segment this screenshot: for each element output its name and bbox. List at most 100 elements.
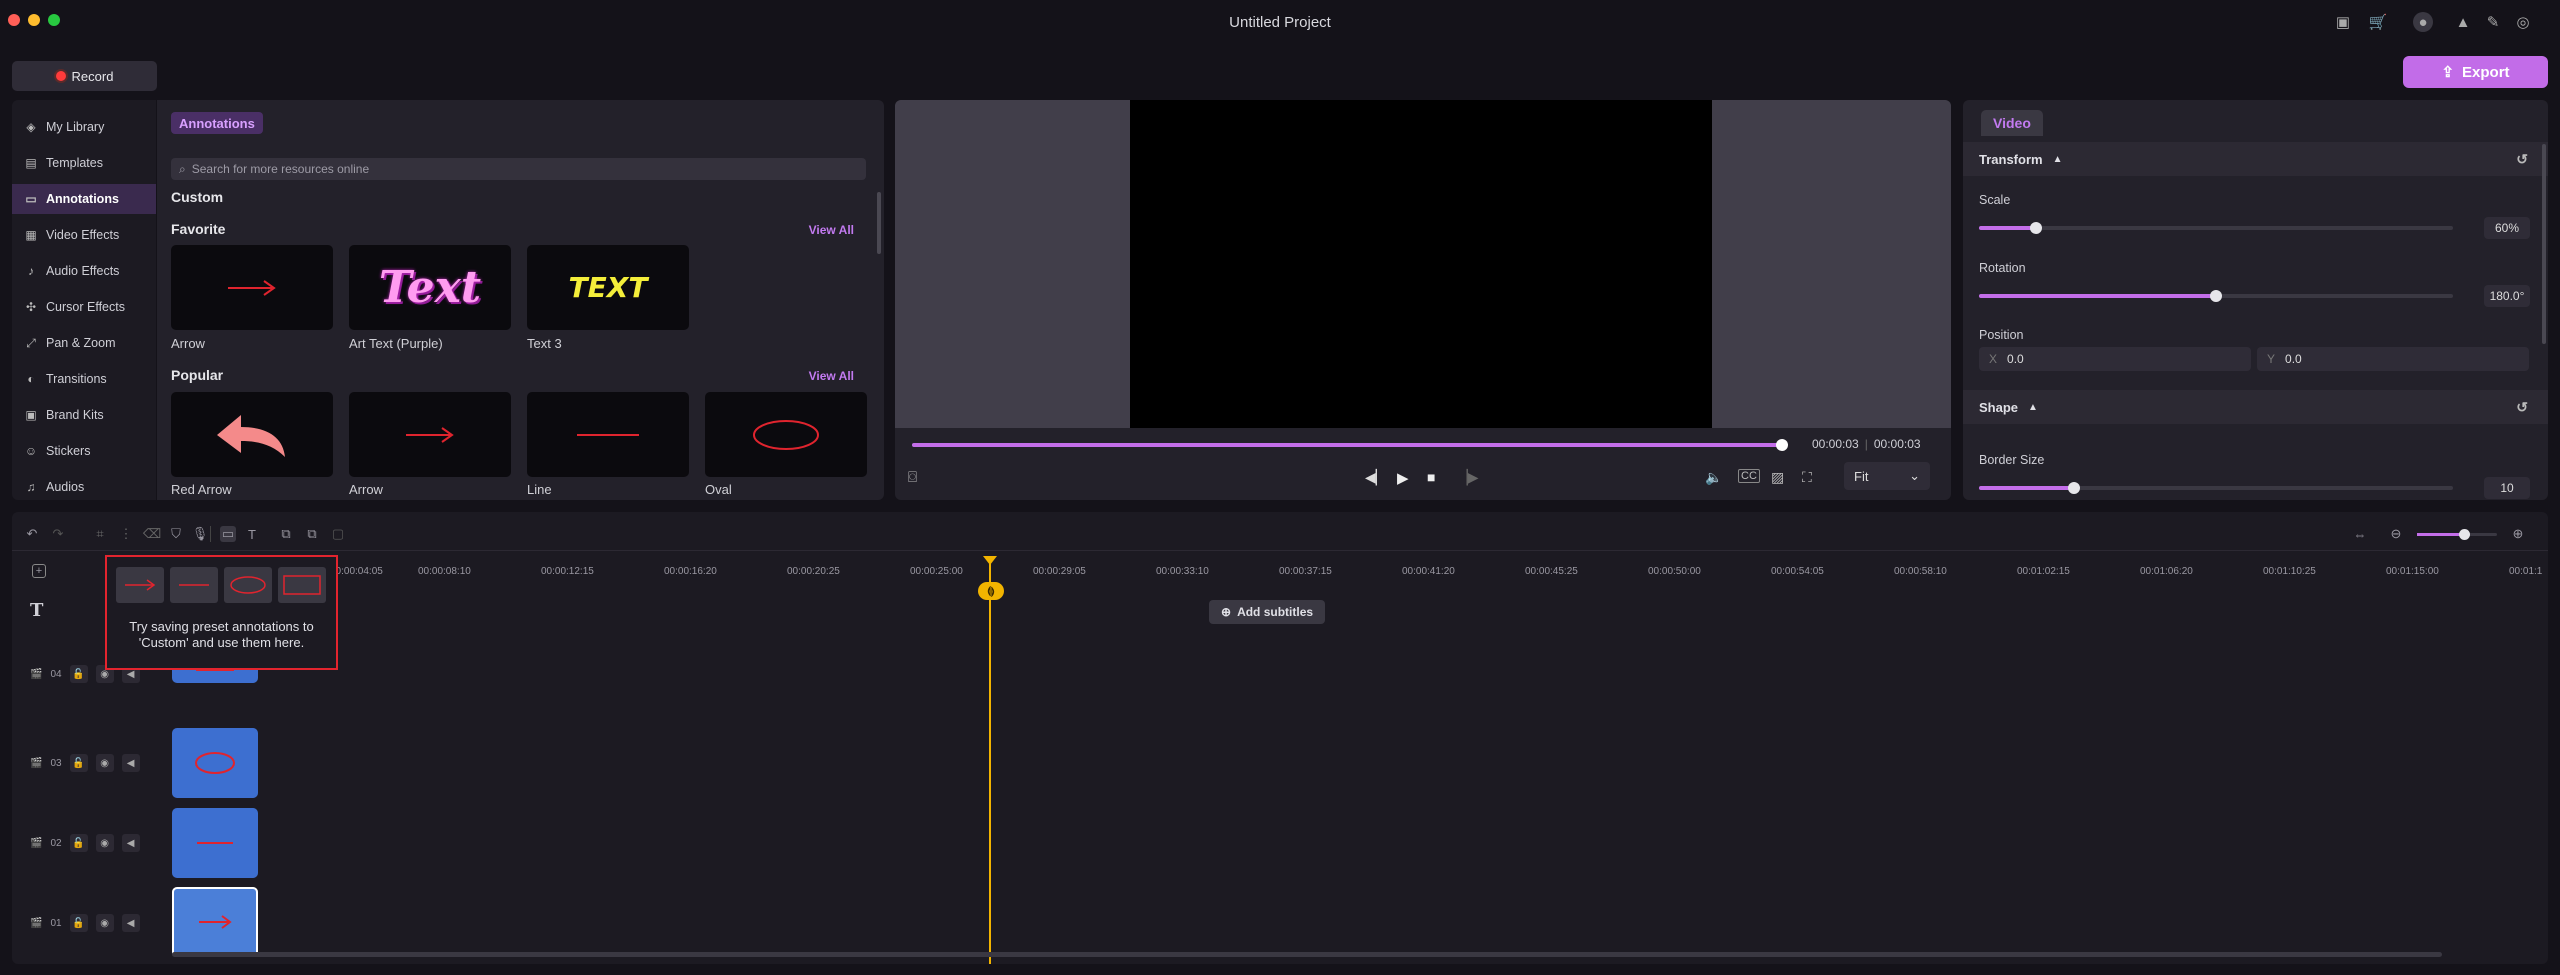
sidebar-item-templates[interactable]: ▤ Templates	[12, 148, 156, 178]
lock-icon[interactable]: 🔓	[69, 754, 88, 772]
sidebar-item-cursor-effects[interactable]: ✣ Cursor Effects	[12, 292, 156, 322]
lock-icon[interactable]: 🔓	[69, 834, 88, 852]
fit-timeline-icon[interactable]: ⇔	[2352, 526, 2368, 542]
split-icon[interactable]: ⋮	[118, 526, 134, 542]
timeline-scrollbar[interactable]	[172, 952, 2442, 957]
playhead-marker[interactable]	[983, 556, 997, 565]
zoom-out-icon[interactable]: ⊖	[2388, 526, 2404, 542]
favorite-tile-art-text[interactable]: Text	[349, 245, 511, 330]
sidebar-item-stickers[interactable]: ☺ Stickers	[12, 436, 156, 466]
sidebar-item-my-library[interactable]: ◈ My Library	[12, 112, 156, 142]
sidebar-item-transitions[interactable]: ◐ Transitions	[12, 364, 156, 394]
tutorial-icon[interactable]: ▲	[2453, 12, 2473, 32]
playback-progress-bar[interactable]	[912, 439, 1788, 451]
tab-video[interactable]: Video	[1981, 110, 2043, 136]
shape-section-header[interactable]: Shape ▲ ↺	[1963, 390, 2548, 424]
border-size-value-field[interactable]: 10	[2484, 477, 2530, 499]
snapshot-icon[interactable]: ⌼	[908, 469, 917, 486]
timeline-clip[interactable]	[172, 808, 258, 878]
popular-view-all-link[interactable]: View All	[809, 369, 854, 383]
feedback-icon[interactable]: ▣	[2333, 12, 2353, 32]
delete-icon[interactable]: ⌫	[143, 526, 161, 542]
annotation-preset-icon[interactable]: ▭	[220, 526, 236, 542]
preset-slot[interactable]	[224, 567, 272, 603]
sidebar-item-pan-zoom[interactable]: ⤢ Pan & Zoom	[12, 328, 156, 358]
eye-icon[interactable]: ◉	[95, 834, 114, 852]
sidebar-item-annotations[interactable]: ▭ Annotations	[12, 184, 156, 214]
lock-icon[interactable]: 🔓	[69, 665, 88, 683]
preset-slot[interactable]	[116, 567, 164, 603]
popular-tile-oval[interactable]	[705, 392, 867, 477]
play-icon[interactable]: ▶	[1397, 469, 1409, 487]
export-button[interactable]: ⇪ Export	[2403, 56, 2548, 88]
fullscreen-icon[interactable]: ⛶	[1802, 469, 1812, 486]
previous-frame-icon[interactable]: ◀▏	[1365, 469, 1387, 486]
record-button[interactable]: Record	[12, 61, 157, 91]
timeline-clip[interactable]	[172, 728, 258, 798]
lock-icon[interactable]: 🔓	[69, 914, 88, 932]
shield-icon[interactable]: ⛉	[168, 526, 184, 542]
marker-icon[interactable]: ▢	[330, 526, 346, 542]
scale-slider[interactable]	[1979, 222, 2453, 234]
slider-knob[interactable]	[2210, 290, 2222, 302]
avatar[interactable]: ●	[2413, 12, 2433, 32]
progress-knob[interactable]	[1776, 439, 1788, 451]
add-track-icon[interactable]: +	[32, 564, 46, 578]
text-track-icon[interactable]: T	[30, 600, 43, 621]
favorite-tile-text3[interactable]: TEXT	[527, 245, 689, 330]
transform-section-header[interactable]: Transform ▲ ↺	[1963, 142, 2548, 176]
library-scrollbar[interactable]	[877, 192, 881, 254]
preset-slot[interactable]	[170, 567, 218, 603]
speaker-icon[interactable]: ◀	[121, 914, 140, 932]
favorite-view-all-link[interactable]: View All	[809, 223, 854, 237]
search-input[interactable]: ⌕ Search for more resources online	[171, 158, 866, 180]
border-size-slider[interactable]	[1979, 482, 2453, 494]
transparency-icon[interactable]: ▨	[1771, 469, 1784, 486]
sidebar-item-brand-kits[interactable]: ▣ Brand Kits	[12, 400, 156, 430]
video-canvas[interactable]	[1130, 100, 1712, 428]
eye-icon[interactable]: ◉	[95, 914, 114, 932]
popular-tile-red-arrow[interactable]	[171, 392, 333, 477]
undo-icon[interactable]: ↶	[24, 526, 40, 542]
position-y-field[interactable]: Y 0.0	[2257, 347, 2529, 371]
sidebar-item-audio-effects[interactable]: ♪ Audio Effects	[12, 256, 156, 286]
inspector-scrollbar[interactable]	[2542, 144, 2546, 344]
captions-icon[interactable]: CC	[1738, 469, 1760, 483]
popular-tile-line[interactable]	[527, 392, 689, 477]
support-icon[interactable]: ◎	[2513, 12, 2533, 32]
reset-icon[interactable]: ↺	[2516, 399, 2528, 416]
tab-annotations[interactable]: Annotations	[171, 112, 263, 134]
zoom-in-icon[interactable]: ⊕	[2510, 526, 2526, 542]
redo-icon[interactable]: ↷	[50, 526, 66, 542]
slider-knob[interactable]	[2029, 222, 2042, 234]
position-x-field[interactable]: X 0.0	[1979, 347, 2251, 371]
rotation-slider[interactable]	[1979, 290, 2453, 302]
next-frame-icon[interactable]: ▕▶	[1457, 469, 1479, 486]
stop-icon[interactable]: ■	[1427, 469, 1435, 485]
slider-knob[interactable]	[2067, 482, 2080, 494]
text-preset-icon[interactable]: T	[244, 526, 260, 542]
preset-slot[interactable]	[278, 567, 326, 603]
timeline-zoom-slider[interactable]	[2417, 529, 2497, 540]
sidebar-item-audios[interactable]: ♫ Audios	[12, 472, 156, 502]
add-subtitles-button[interactable]: ⊕ Add subtitles	[1209, 600, 1326, 624]
playhead-line[interactable]	[989, 556, 991, 964]
microphone-icon[interactable]: 🎙	[192, 526, 209, 542]
cart-icon[interactable]: 🛒	[2368, 12, 2388, 32]
favorite-tile-arrow[interactable]	[171, 245, 333, 330]
crop-icon[interactable]: ⌗	[92, 526, 108, 542]
scale-value-field[interactable]: 60%	[2484, 217, 2530, 239]
speaker-icon[interactable]: ◀	[121, 754, 140, 772]
sidebar-item-video-effects[interactable]: ▦ Video Effects	[12, 220, 156, 250]
eye-icon[interactable]: ◉	[95, 754, 114, 772]
reset-icon[interactable]: ↺	[2516, 151, 2528, 168]
timeline-clip-selected[interactable]	[172, 887, 258, 957]
volume-icon[interactable]: 🔈	[1705, 469, 1722, 486]
zoom-select[interactable]: Fit ⌄	[1844, 462, 1930, 490]
speaker-icon[interactable]: ◀	[121, 834, 140, 852]
ungroup-icon[interactable]: ⧉	[304, 526, 320, 542]
popular-tile-arrow[interactable]	[349, 392, 511, 477]
group-icon[interactable]: ⧉	[278, 526, 294, 542]
playhead-split-handle[interactable]: ⟬⟭	[978, 582, 1004, 600]
rotation-value-field[interactable]: 180.0°	[2484, 285, 2530, 307]
